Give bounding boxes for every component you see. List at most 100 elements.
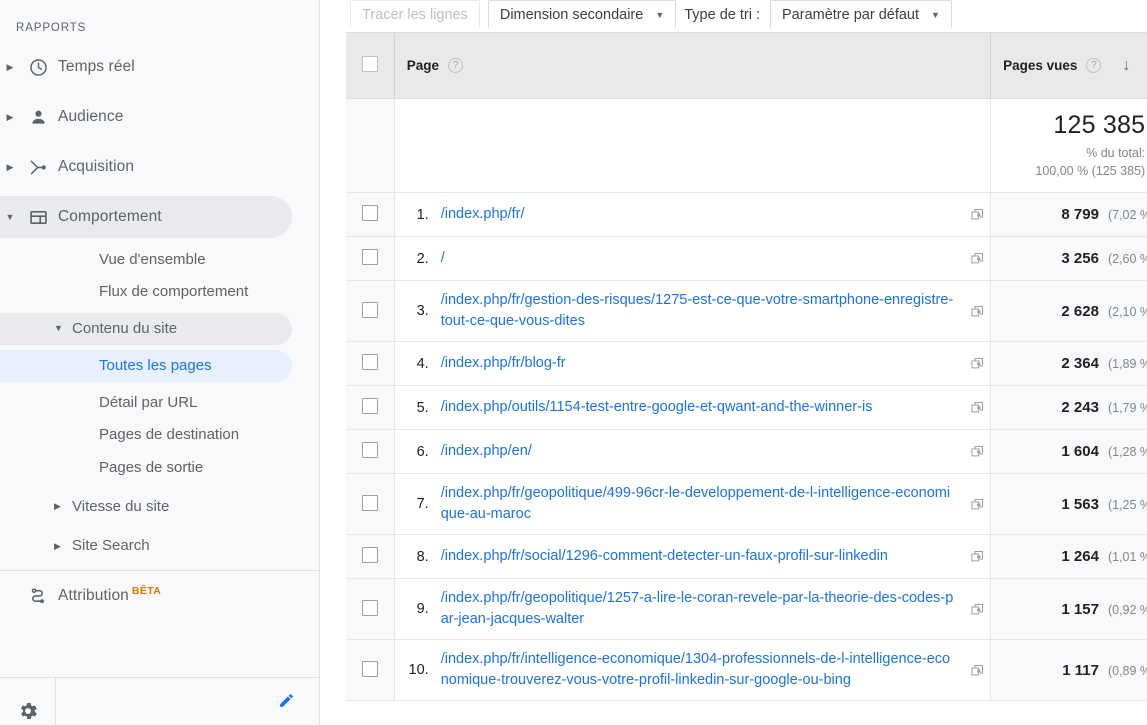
column-header-page[interactable]: Page ? (394, 32, 992, 99)
row-checkbox[interactable] (361, 442, 378, 459)
page-url-link[interactable]: /index.php/outils/1154-test-entre-google… (441, 397, 964, 418)
page-url-link[interactable]: /index.php/fr/geopolitique/499-96cr-le-d… (441, 483, 964, 525)
row-checkbox-cell[interactable] (346, 429, 395, 475)
sidebar-subitem-label: Pages de sortie (99, 458, 204, 476)
sort-descending-icon[interactable]: ↓ (1122, 57, 1130, 74)
row-checkbox-cell[interactable] (346, 473, 395, 536)
open-in-new-window-icon[interactable] (964, 400, 990, 415)
secondary-dimension-label: Dimension secondaire (499, 7, 644, 23)
sidebar-subitem-pages-de-destination[interactable]: Pages de destination (0, 419, 319, 451)
pageviews-percent: (0,89 %) (1107, 663, 1147, 678)
open-in-new-window-icon[interactable] (964, 444, 990, 459)
page-url-link[interactable]: /index.php/en/ (441, 441, 964, 462)
page-url-link[interactable]: /index.php/fr/geopolitique/1257-a-lire-l… (441, 588, 964, 630)
sidebar-subitem-flux-de-comportement[interactable]: Flux de comportement (0, 276, 319, 308)
page-url-link[interactable]: / (441, 248, 964, 269)
pageviews-cell: 1 157 (0,92 %) (990, 578, 1147, 641)
sidebar-item-acquisition[interactable]: ▶ Acquisition (0, 142, 319, 192)
row-checkbox-cell[interactable] (346, 639, 395, 702)
row-checkbox-cell[interactable] (346, 236, 395, 281)
sidebar-subitem-vue-densemble[interactable]: Vue d'ensemble (0, 244, 319, 276)
gear-icon[interactable] (0, 678, 56, 725)
sidebar-scroll-area[interactable]: ▼ Personnalisation RAPPORTS ▶ Temps réel (0, 0, 319, 677)
table-row[interactable]: 3. /index.php/fr/gestion-des-risques/1275… (346, 280, 1147, 343)
row-checkbox-cell[interactable] (346, 341, 395, 387)
help-icon[interactable]: ? (447, 58, 463, 73)
secondary-dimension-button[interactable]: Dimension secondaire ▼ (487, 0, 677, 28)
row-checkbox-cell[interactable] (346, 385, 395, 431)
pageviews-cell: 2 364 (1,89 %) (990, 341, 1147, 387)
page-url-link[interactable]: /index.php/fr/ (441, 204, 964, 225)
open-in-new-window-icon[interactable] (964, 549, 990, 564)
chevron-right-icon: ▶ (54, 540, 61, 551)
row-checkbox[interactable] (361, 354, 378, 371)
analytics-app: ▼ Personnalisation RAPPORTS ▶ Temps réel (0, 0, 1147, 725)
sidebar-subitem-toutes-les-pages[interactable]: Toutes les pages (0, 349, 319, 382)
sidebar-subitem-detail-par-url[interactable]: Détail par URL (0, 387, 319, 419)
row-checkbox[interactable] (361, 660, 378, 677)
row-checkbox-cell[interactable] (346, 192, 395, 237)
sidebar-section-rapports: RAPPORTS (16, 22, 87, 34)
page-url-link[interactable]: /index.php/fr/gestion-des-risques/1275-e… (441, 290, 964, 332)
pages-table-container[interactable]: Page ? Pages vues ? ↓ 125 385 % du total… (346, 32, 1147, 725)
table-row[interactable]: 8. /index.php/fr/social/1296-comment-dete… (346, 534, 1147, 580)
select-all-checkbox[interactable] (361, 56, 378, 72)
select-all-header[interactable] (346, 32, 395, 99)
row-number: 1. (416, 206, 429, 223)
table-row[interactable]: 7. /index.php/fr/geopolitique/499-96cr-le… (346, 473, 1147, 536)
table-row[interactable]: 6./index.php/en/1 604(1,28 %)1 313(1,23 … (346, 429, 1147, 475)
open-in-new-window-icon[interactable] (964, 251, 990, 266)
row-checkbox-cell[interactable] (346, 280, 395, 343)
row-checkbox[interactable] (361, 547, 378, 564)
clock-icon (18, 57, 58, 78)
pageviews-cell: 1 264 (1,01 %) (990, 534, 1147, 580)
sidebar-subitem-site-search[interactable]: ▶ Site Search (0, 530, 319, 562)
sidebar-item-audience[interactable]: ▶ Audience (0, 92, 319, 142)
column-header-page-label: Page (406, 58, 439, 73)
sidebar-subitem-vitesse-du-site[interactable]: ▶ Vitesse du site (0, 491, 319, 523)
row-checkbox[interactable] (361, 205, 378, 221)
open-in-new-window-icon[interactable] (964, 207, 990, 222)
sidebar-item-comportement[interactable]: ▼ Comportement (0, 192, 319, 242)
table-head: Page ? Pages vues ? ↓ (346, 32, 1147, 99)
main-content: Tracer les lignes Dimension secondaire ▼… (320, 0, 1147, 725)
open-in-new-window-icon[interactable] (964, 602, 990, 617)
row-checkbox-cell[interactable] (346, 534, 395, 580)
sidebar-bottom-bar (0, 677, 319, 725)
row-checkbox[interactable] (361, 494, 378, 511)
chevron-down-icon: ▼ (931, 10, 940, 20)
page-url-link[interactable]: /index.php/fr/intelligence-economique/13… (441, 649, 964, 691)
row-checkbox[interactable] (361, 249, 378, 265)
sidebar-item-attribution[interactable]: Attribution BÊTA (0, 571, 319, 620)
sidebar-item-temps-reel[interactable]: ▶ Temps réel (0, 42, 319, 92)
table-row[interactable]: 9. /index.php/fr/geopolitique/1257-a-lire… (346, 578, 1147, 641)
open-in-new-window-icon[interactable] (964, 356, 990, 371)
sort-type-button[interactable]: Paramètre par défaut ▼ (770, 0, 952, 28)
table-row[interactable]: 4./index.php/fr/blog-fr2 364(1,89 %)1 90… (346, 341, 1147, 387)
table-row[interactable]: 2./3 256(2,60 %)2 589(2,43 %) (346, 236, 1147, 281)
column-header-pageviews[interactable]: Pages vues ? ↓ (990, 32, 1147, 99)
table-row[interactable]: 10. /index.php/fr/intelligence-economique… (346, 639, 1147, 702)
sidebar-subitem-pages-de-sortie[interactable]: Pages de sortie (0, 452, 319, 484)
row-number: 5. (416, 399, 429, 416)
open-in-new-window-icon[interactable] (964, 497, 990, 512)
table-row[interactable]: 1./index.php/fr/8 799(7,02 %)6 833(6,42 … (346, 192, 1147, 237)
pencil-icon[interactable] (278, 692, 295, 714)
row-checkbox[interactable] (361, 398, 378, 415)
sidebar-subitem-label: Détail par URL (99, 394, 198, 411)
open-in-new-window-icon[interactable] (964, 663, 990, 678)
open-in-new-window-icon[interactable] (964, 304, 990, 319)
row-checkbox[interactable] (361, 599, 378, 616)
row-number: 4. (416, 355, 429, 372)
sidebar-subitem-contenu-du-site[interactable]: ▼ Contenu du site (0, 312, 319, 345)
row-checkbox[interactable] (361, 301, 378, 318)
help-icon[interactable]: ? (1086, 58, 1102, 73)
page-cell: 10. /index.php/fr/intelligence-economique… (394, 639, 992, 702)
table-row[interactable]: 5. /index.php/outils/1154-test-entre-goog… (346, 385, 1147, 431)
row-checkbox-cell[interactable] (346, 578, 395, 641)
page-url-link[interactable]: /index.php/fr/blog-fr (441, 353, 964, 374)
plot-rows-button[interactable]: Tracer les lignes (350, 0, 480, 28)
page-cell: 3. /index.php/fr/gestion-des-risques/1275… (394, 280, 992, 343)
page-url-link[interactable]: /index.php/fr/social/1296-comment-detect… (441, 546, 964, 567)
sort-type-value: Paramètre par défaut (782, 7, 920, 23)
